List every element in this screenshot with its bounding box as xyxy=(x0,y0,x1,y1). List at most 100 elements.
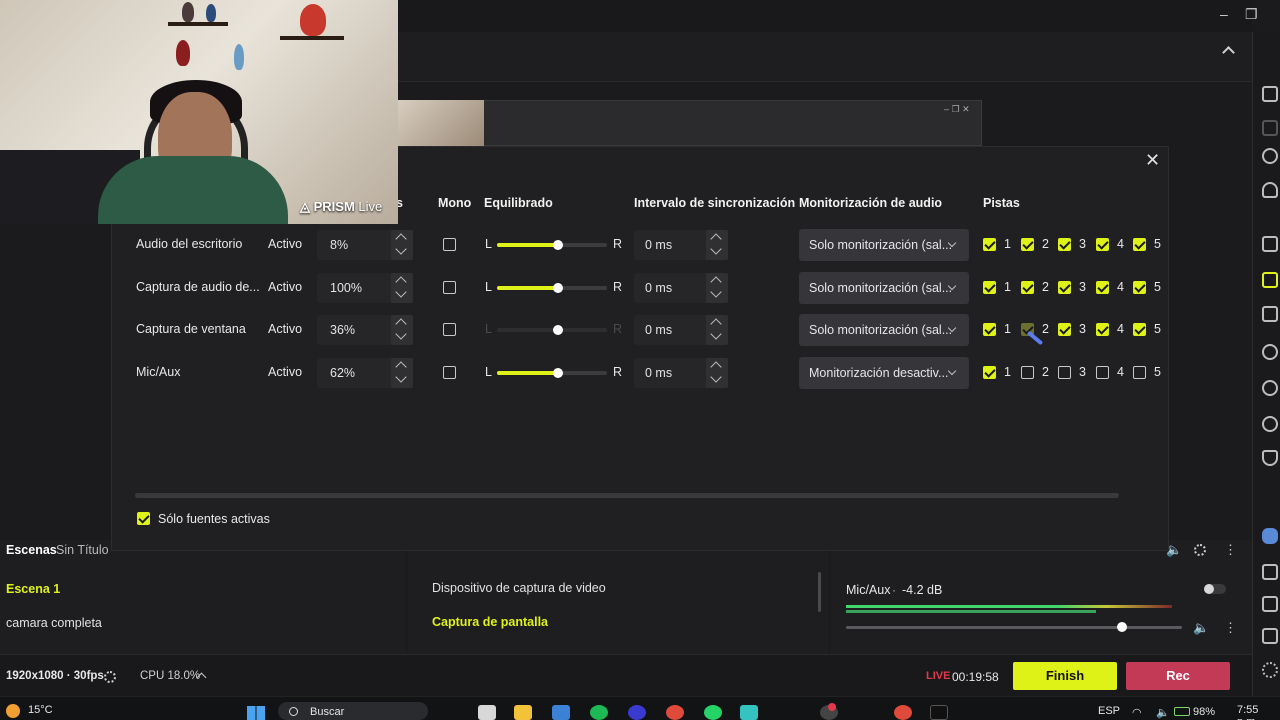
chevron-down-icon[interactable] xyxy=(710,243,722,255)
speaker-icon[interactable]: 🔈 xyxy=(1193,620,1209,636)
track-checkbox[interactable] xyxy=(1021,238,1034,251)
dock-more-icon[interactable]: ⋮ xyxy=(1224,542,1237,558)
mono-checkbox[interactable] xyxy=(443,323,456,336)
track-checkbox[interactable] xyxy=(1133,323,1146,336)
wifi-icon[interactable]: ◠ xyxy=(1132,706,1142,719)
volume-field[interactable]: 8% xyxy=(317,230,413,260)
balance-slider-handle[interactable] xyxy=(553,325,563,335)
balance-slider[interactable] xyxy=(497,283,607,293)
sync-offset-field[interactable]: 0 ms xyxy=(634,315,728,345)
mono-checkbox[interactable] xyxy=(443,238,456,251)
layout-icon[interactable] xyxy=(1262,86,1278,102)
volume-field[interactable]: 62% xyxy=(317,358,413,388)
track-checkbox[interactable] xyxy=(983,366,996,379)
track-checkbox[interactable] xyxy=(1096,238,1109,251)
finish-button[interactable]: Finish xyxy=(1013,662,1117,690)
monitoring-select[interactable]: Monitorización desactiv... xyxy=(799,357,969,389)
close-icon[interactable]: ✕ xyxy=(1145,150,1160,171)
track-checkbox[interactable] xyxy=(1096,281,1109,294)
effects-icon[interactable] xyxy=(1262,272,1278,288)
mixer-more-icon[interactable]: ⋮ xyxy=(1224,620,1237,636)
mixer-settings-icon[interactable] xyxy=(1194,544,1206,556)
chevron-down-icon[interactable] xyxy=(395,328,407,340)
mixer-volume-handle[interactable] xyxy=(1117,622,1127,632)
balance-slider-handle[interactable] xyxy=(553,283,563,293)
chat-icon[interactable] xyxy=(1262,148,1278,164)
mono-checkbox[interactable] xyxy=(443,366,456,379)
sync-stepper[interactable] xyxy=(706,230,728,260)
window-icon[interactable] xyxy=(1262,120,1278,136)
scene-item-active[interactable]: Escena 1 xyxy=(6,582,60,596)
track-checkbox[interactable] xyxy=(1058,281,1071,294)
sync-stepper[interactable] xyxy=(706,358,728,388)
volume-stepper[interactable] xyxy=(391,358,413,388)
mixer-volume-slider[interactable] xyxy=(846,622,1182,632)
file-explorer-icon[interactable] xyxy=(514,705,532,720)
sync-offset-field[interactable]: 0 ms xyxy=(634,358,728,388)
heart-icon[interactable] xyxy=(1262,380,1278,396)
balance-slider-handle[interactable] xyxy=(553,368,563,378)
sources-scrollbar[interactable] xyxy=(818,572,821,612)
minimize-icon[interactable]: – xyxy=(1220,6,1228,22)
balance-slider[interactable] xyxy=(497,325,607,335)
volume-stepper[interactable] xyxy=(391,230,413,260)
screen-icon[interactable] xyxy=(1262,628,1278,644)
task-view-icon[interactable] xyxy=(478,705,496,720)
track-checkbox[interactable] xyxy=(983,323,996,336)
taskbar-search[interactable] xyxy=(278,702,428,720)
track-checkbox[interactable] xyxy=(1096,323,1109,336)
chevron-down-icon[interactable] xyxy=(710,286,722,298)
start-icon[interactable] xyxy=(247,706,265,720)
track-checkbox[interactable] xyxy=(1058,366,1071,379)
balance-slider[interactable] xyxy=(497,368,607,378)
display-icon[interactable] xyxy=(1262,596,1278,612)
track-checkbox[interactable] xyxy=(1096,366,1109,379)
balance-slider-handle[interactable] xyxy=(553,240,563,250)
bell-icon[interactable] xyxy=(1262,182,1278,198)
sync-stepper[interactable] xyxy=(706,315,728,345)
gamepad-icon[interactable] xyxy=(1262,564,1278,580)
sticker-icon[interactable] xyxy=(1262,416,1278,432)
balance-slider[interactable] xyxy=(497,240,607,250)
volume-stepper[interactable] xyxy=(391,273,413,303)
pip-icon[interactable] xyxy=(1262,306,1278,322)
mixer-toggle[interactable] xyxy=(1204,584,1226,594)
restore-icon[interactable]: ❐ xyxy=(1245,6,1258,23)
only-active-checkbox[interactable] xyxy=(137,512,150,525)
spotify-icon[interactable] xyxy=(590,705,608,720)
rec-button[interactable]: Rec xyxy=(1126,662,1230,690)
language-indicator[interactable]: ESP xyxy=(1098,705,1120,717)
chevron-down-icon[interactable] xyxy=(710,371,722,383)
draw-icon[interactable] xyxy=(1262,344,1278,360)
chevron-down-icon[interactable] xyxy=(395,243,407,255)
sync-offset-field[interactable]: 0 ms xyxy=(634,273,728,303)
scene-collection-name[interactable]: Sin Título xyxy=(56,543,109,557)
track-checkbox[interactable] xyxy=(1133,238,1146,251)
browser-icon[interactable] xyxy=(894,705,912,720)
volume-icon[interactable]: 🔈 xyxy=(1156,706,1170,719)
source-item[interactable]: Dispositivo de captura de video xyxy=(432,581,606,595)
chevron-down-icon[interactable] xyxy=(395,371,407,383)
track-checkbox[interactable] xyxy=(983,281,996,294)
output-settings-icon[interactable] xyxy=(104,671,116,683)
tiktok-icon[interactable] xyxy=(930,705,948,720)
chevron-down-icon[interactable] xyxy=(710,328,722,340)
store-icon[interactable] xyxy=(552,705,570,720)
track-checkbox[interactable] xyxy=(1133,281,1146,294)
track-checkbox[interactable] xyxy=(1058,323,1071,336)
track-checkbox[interactable] xyxy=(1021,366,1034,379)
volume-stepper[interactable] xyxy=(391,315,413,345)
settings-rail-icon[interactable] xyxy=(1262,662,1278,678)
obs-icon[interactable] xyxy=(628,705,646,720)
track-checkbox[interactable] xyxy=(1021,281,1034,294)
volume-field[interactable]: 36% xyxy=(317,315,413,345)
sync-offset-field[interactable]: 0 ms xyxy=(634,230,728,260)
source-item-selected[interactable]: Captura de pantalla xyxy=(432,615,548,629)
plus-badge-icon[interactable] xyxy=(1262,528,1278,544)
chrome-icon[interactable] xyxy=(666,705,684,720)
music-icon[interactable] xyxy=(1262,450,1278,466)
sync-stepper[interactable] xyxy=(706,273,728,303)
whatsapp-icon[interactable] xyxy=(704,705,722,720)
app-icon[interactable] xyxy=(740,705,758,720)
chevron-down-icon[interactable] xyxy=(395,286,407,298)
